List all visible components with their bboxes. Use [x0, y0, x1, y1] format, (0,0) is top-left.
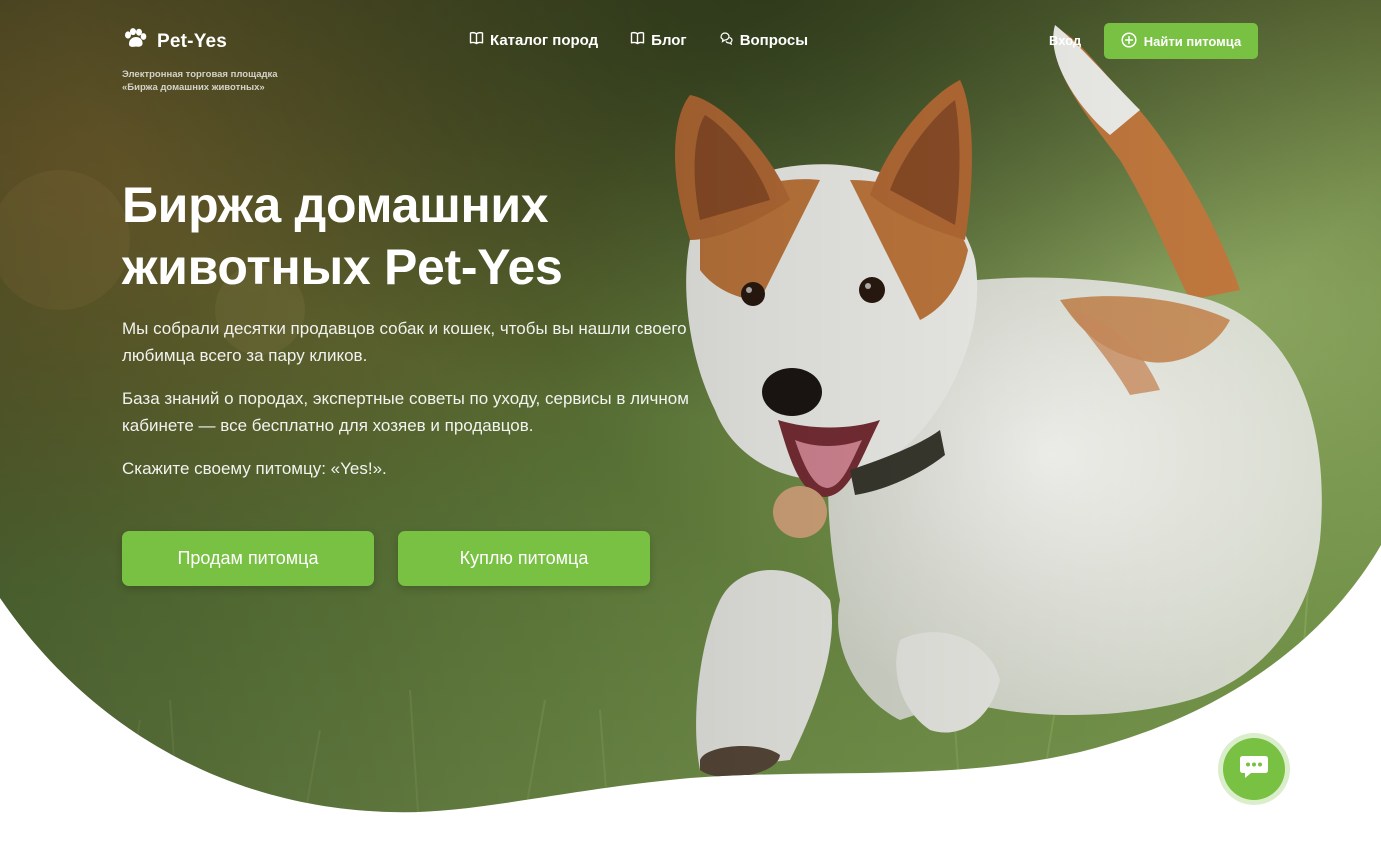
- hero-paragraph-3: Скажите своему питомцу: «Yes!».: [122, 459, 387, 478]
- find-pet-label: Найти питомца: [1143, 33, 1242, 49]
- site-header: Pet-Yes Электронная торговая площадка «Б…: [0, 0, 1381, 100]
- find-pet-button[interactable]: Найти питомца: [1104, 23, 1258, 59]
- tagline-line-2: «Биржа домашних животных»: [122, 82, 265, 93]
- paw-icon: [122, 28, 148, 55]
- nav-label: Блог: [651, 31, 687, 49]
- tagline-line-1: Электронная торговая площадка: [122, 69, 278, 80]
- logo[interactable]: Pet-Yes: [122, 28, 227, 55]
- chat-dots-icon: [1239, 754, 1269, 785]
- nav-item-blog[interactable]: Блог: [630, 31, 687, 49]
- hero-paragraph-1: Мы собрали десятки продавцов собак и кош…: [122, 319, 687, 365]
- sell-pet-button[interactable]: Продам питомца: [122, 531, 374, 586]
- book-icon: [630, 31, 645, 49]
- hero-title: Биржа домашних животных Pet-Yes: [122, 174, 762, 298]
- book-icon: [469, 31, 484, 49]
- hero-section: Pet-Yes Электронная торговая площадка «Б…: [0, 0, 1381, 843]
- login-link[interactable]: Вход: [1049, 33, 1081, 48]
- nav-label: Каталог пород: [490, 31, 599, 49]
- hero-paragraph-2: База знаний о породах, экспертные советы…: [122, 389, 689, 435]
- nav-item-breed-catalog[interactable]: Каталог пород: [469, 31, 598, 49]
- buy-pet-button[interactable]: Куплю питомца: [398, 531, 650, 586]
- chat-button[interactable]: [1223, 738, 1285, 800]
- hero-title-line-2: животных Pet-Yes: [122, 239, 563, 295]
- brand-name: Pet-Yes: [157, 30, 228, 52]
- chat-bubbles-icon: [719, 31, 734, 49]
- hero-title-line-1: Биржа домашних: [122, 177, 549, 233]
- main-nav: Каталог пород Блог Вопросы: [469, 31, 808, 49]
- plus-circle-icon: [1121, 31, 1137, 51]
- nav-item-questions[interactable]: Вопросы: [719, 31, 808, 49]
- nav-label: Вопросы: [739, 31, 809, 49]
- brand-tagline: Электронная торговая площадка «Биржа дом…: [122, 68, 278, 94]
